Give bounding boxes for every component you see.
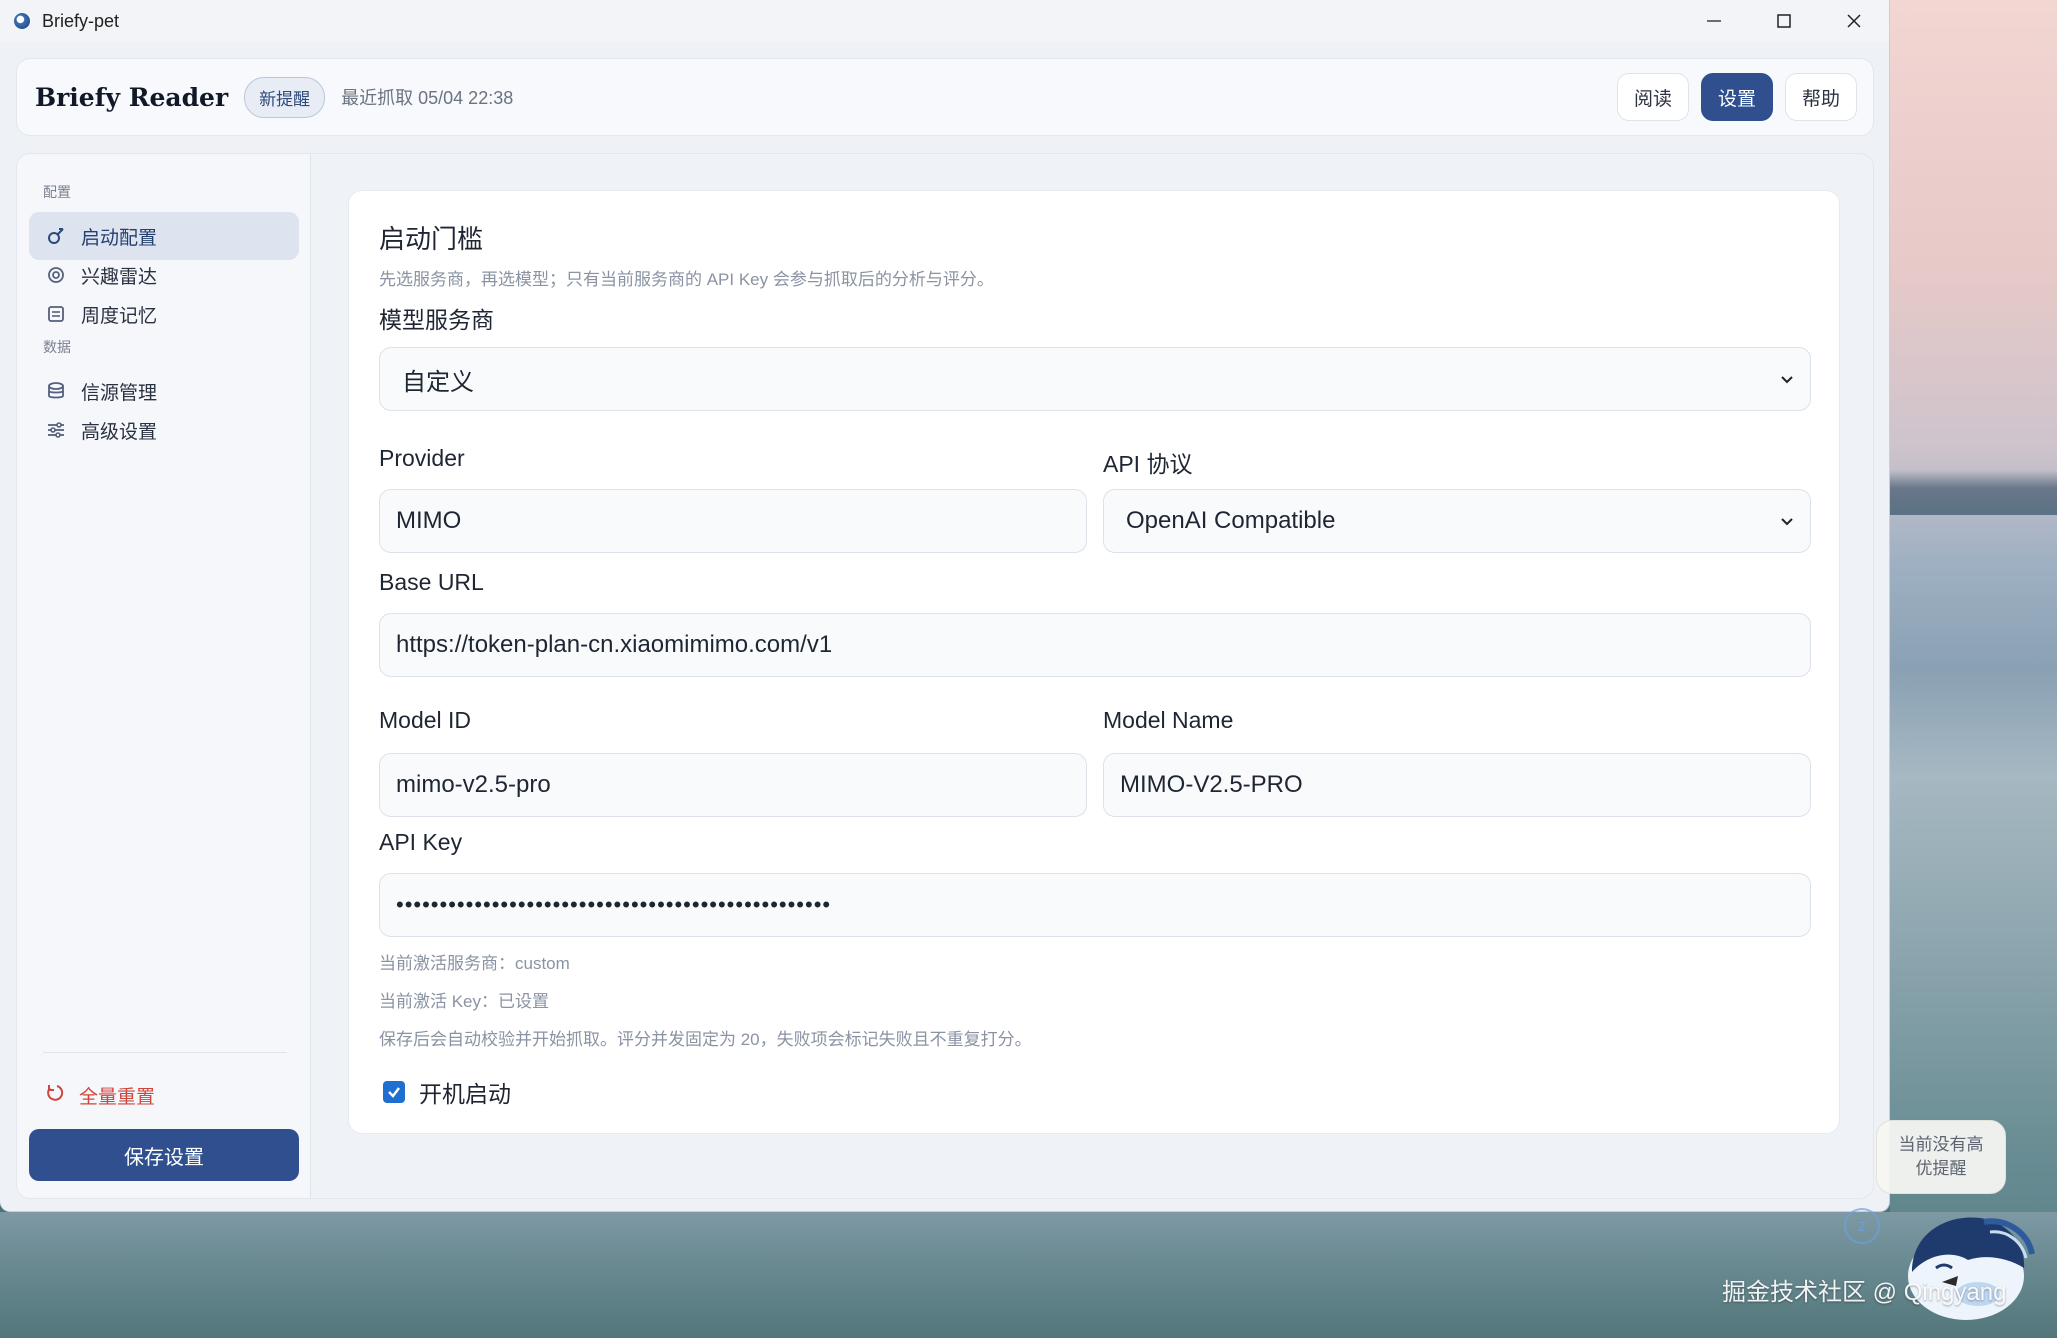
sidebar-section-data: 数据 — [43, 339, 71, 355]
launch-icon — [45, 225, 67, 247]
pet-speech-bubble[interactable]: 当前没有高优提醒 — [1876, 1120, 2006, 1194]
header-actions: 阅读 设置 帮助 — [1616, 73, 1857, 121]
content-area: 配置 启动配置 兴趣雷达 周度记忆 数据 信源管理 高级设置 全量重置 保存设置… — [16, 153, 1874, 1199]
sidebar-section-config: 配置 — [43, 184, 71, 200]
checkmark-icon — [388, 1087, 400, 1098]
sidebar-item-label: 信源管理 — [81, 382, 158, 404]
pet-bubble-text: 当前没有高优提醒 — [1898, 1135, 1984, 1178]
close-icon — [1847, 14, 1861, 28]
api-key-label: API Key — [379, 829, 463, 855]
save-behavior-note: 保存后会自动校验并开始抓取。评分并发固定为 20，失败项会标记失败且不重复打分。 — [379, 1030, 1032, 1049]
window-title: Briefy-pet — [42, 10, 120, 31]
full-reset-label: 全量重置 — [79, 1087, 156, 1108]
sidebar-item-weekly-memory[interactable]: 周度记忆 — [29, 290, 299, 338]
desktop-skyline — [1890, 470, 2057, 515]
chevron-down-icon — [1781, 518, 1793, 526]
read-button[interactable]: 阅读 — [1616, 73, 1689, 121]
title-bar: Briefy-pet — [0, 0, 1889, 42]
autostart-checkbox[interactable] — [383, 1081, 405, 1103]
protocol-label: API 协议 — [1103, 451, 1193, 477]
sidebar-item-label: 周度记忆 — [81, 305, 158, 327]
active-provider-note: 当前激活服务商：custom — [379, 954, 570, 973]
database-icon — [45, 380, 67, 402]
sidebar: 配置 启动配置 兴趣雷达 周度记忆 数据 信源管理 高级设置 全量重置 保存设置 — [17, 154, 311, 1198]
model-id-label: Model ID — [379, 707, 472, 733]
radar-icon — [45, 264, 67, 286]
model-name-label: Model Name — [1103, 707, 1234, 733]
close-button[interactable] — [1819, 0, 1889, 42]
maximize-button[interactable] — [1749, 0, 1819, 42]
settings-panel: 启动门槛 先选服务商，再选模型；只有当前服务商的 API Key 会参与抓取后的… — [348, 190, 1840, 1134]
new-alert-badge[interactable]: 新提醒 — [244, 76, 326, 118]
app-header: Briefy Reader 新提醒 最近抓取 05/04 22:38 阅读 设置… — [16, 58, 1874, 136]
watermark: 掘金技术社区 @ Qingyang — [1722, 1279, 2007, 1306]
active-key-note: 当前激活 Key：已设置 — [379, 992, 550, 1011]
model-name-input[interactable]: MIMO-V2.5-PRO — [1103, 753, 1811, 817]
minimize-icon — [1707, 20, 1721, 22]
api-key-input[interactable]: ••••••••••••••••••••••••••••••••••••••••… — [379, 873, 1811, 937]
base-url-input[interactable]: https://token-plan-cn.xiaomimimo.com/v1 — [379, 613, 1811, 677]
panel-title: 启动门槛 — [379, 224, 484, 254]
sidebar-item-advanced-settings[interactable]: 高级设置 — [29, 406, 299, 454]
autostart-toggle[interactable]: 开机启动 — [383, 1075, 511, 1109]
reset-icon — [45, 1083, 65, 1109]
pet-sleep-indicator: Z — [1844, 1208, 1880, 1244]
provider-label: Provider — [379, 445, 465, 471]
api-key-value: ••••••••••••••••••••••••••••••••••••••••… — [396, 892, 832, 917]
brand-title: Briefy Reader — [35, 82, 229, 112]
provider-value: MIMO — [396, 507, 462, 534]
window-controls — [1679, 0, 1889, 42]
model-name-value: MIMO-V2.5-PRO — [1120, 771, 1303, 798]
provider-service-select[interactable]: 自定义 — [379, 347, 1811, 411]
base-url-value: https://token-plan-cn.xiaomimimo.com/v1 — [396, 631, 833, 658]
save-settings-button[interactable]: 保存设置 — [29, 1129, 299, 1181]
help-button[interactable]: 帮助 — [1784, 73, 1857, 121]
last-fetch-time: 最近抓取 05/04 22:38 — [341, 88, 514, 108]
protocol-value: OpenAI Compatible — [1126, 507, 1336, 534]
provider-service-value: 自定义 — [402, 368, 474, 396]
app-window: Briefy-pet Briefy Reader 新提醒 最近抓取 05/04 … — [0, 0, 1890, 1212]
settings-button[interactable]: 设置 — [1700, 73, 1773, 121]
maximize-icon — [1777, 14, 1791, 28]
sidebar-item-label: 高级设置 — [81, 421, 158, 443]
minimize-button[interactable] — [1679, 0, 1749, 42]
provider-service-label: 模型服务商 — [379, 307, 494, 333]
panel-subtitle: 先选服务商，再选模型；只有当前服务商的 API Key 会参与抓取后的分析与评分… — [379, 270, 994, 289]
sidebar-item-label: 兴趣雷达 — [81, 266, 158, 288]
sliders-icon — [45, 419, 67, 441]
base-url-label: Base URL — [379, 569, 484, 595]
protocol-select[interactable]: OpenAI Compatible — [1103, 489, 1811, 553]
app-icon — [14, 13, 30, 29]
provider-input[interactable]: MIMO — [379, 489, 1087, 553]
autostart-label: 开机启动 — [419, 1081, 511, 1107]
model-id-value: mimo-v2.5-pro — [396, 771, 551, 798]
sidebar-divider — [43, 1052, 287, 1053]
model-id-input[interactable]: mimo-v2.5-pro — [379, 753, 1087, 817]
memory-icon — [45, 303, 67, 325]
full-reset-button[interactable]: 全量重置 — [45, 1082, 155, 1109]
chevron-down-icon — [1781, 376, 1793, 384]
sidebar-item-label: 启动配置 — [81, 227, 158, 249]
